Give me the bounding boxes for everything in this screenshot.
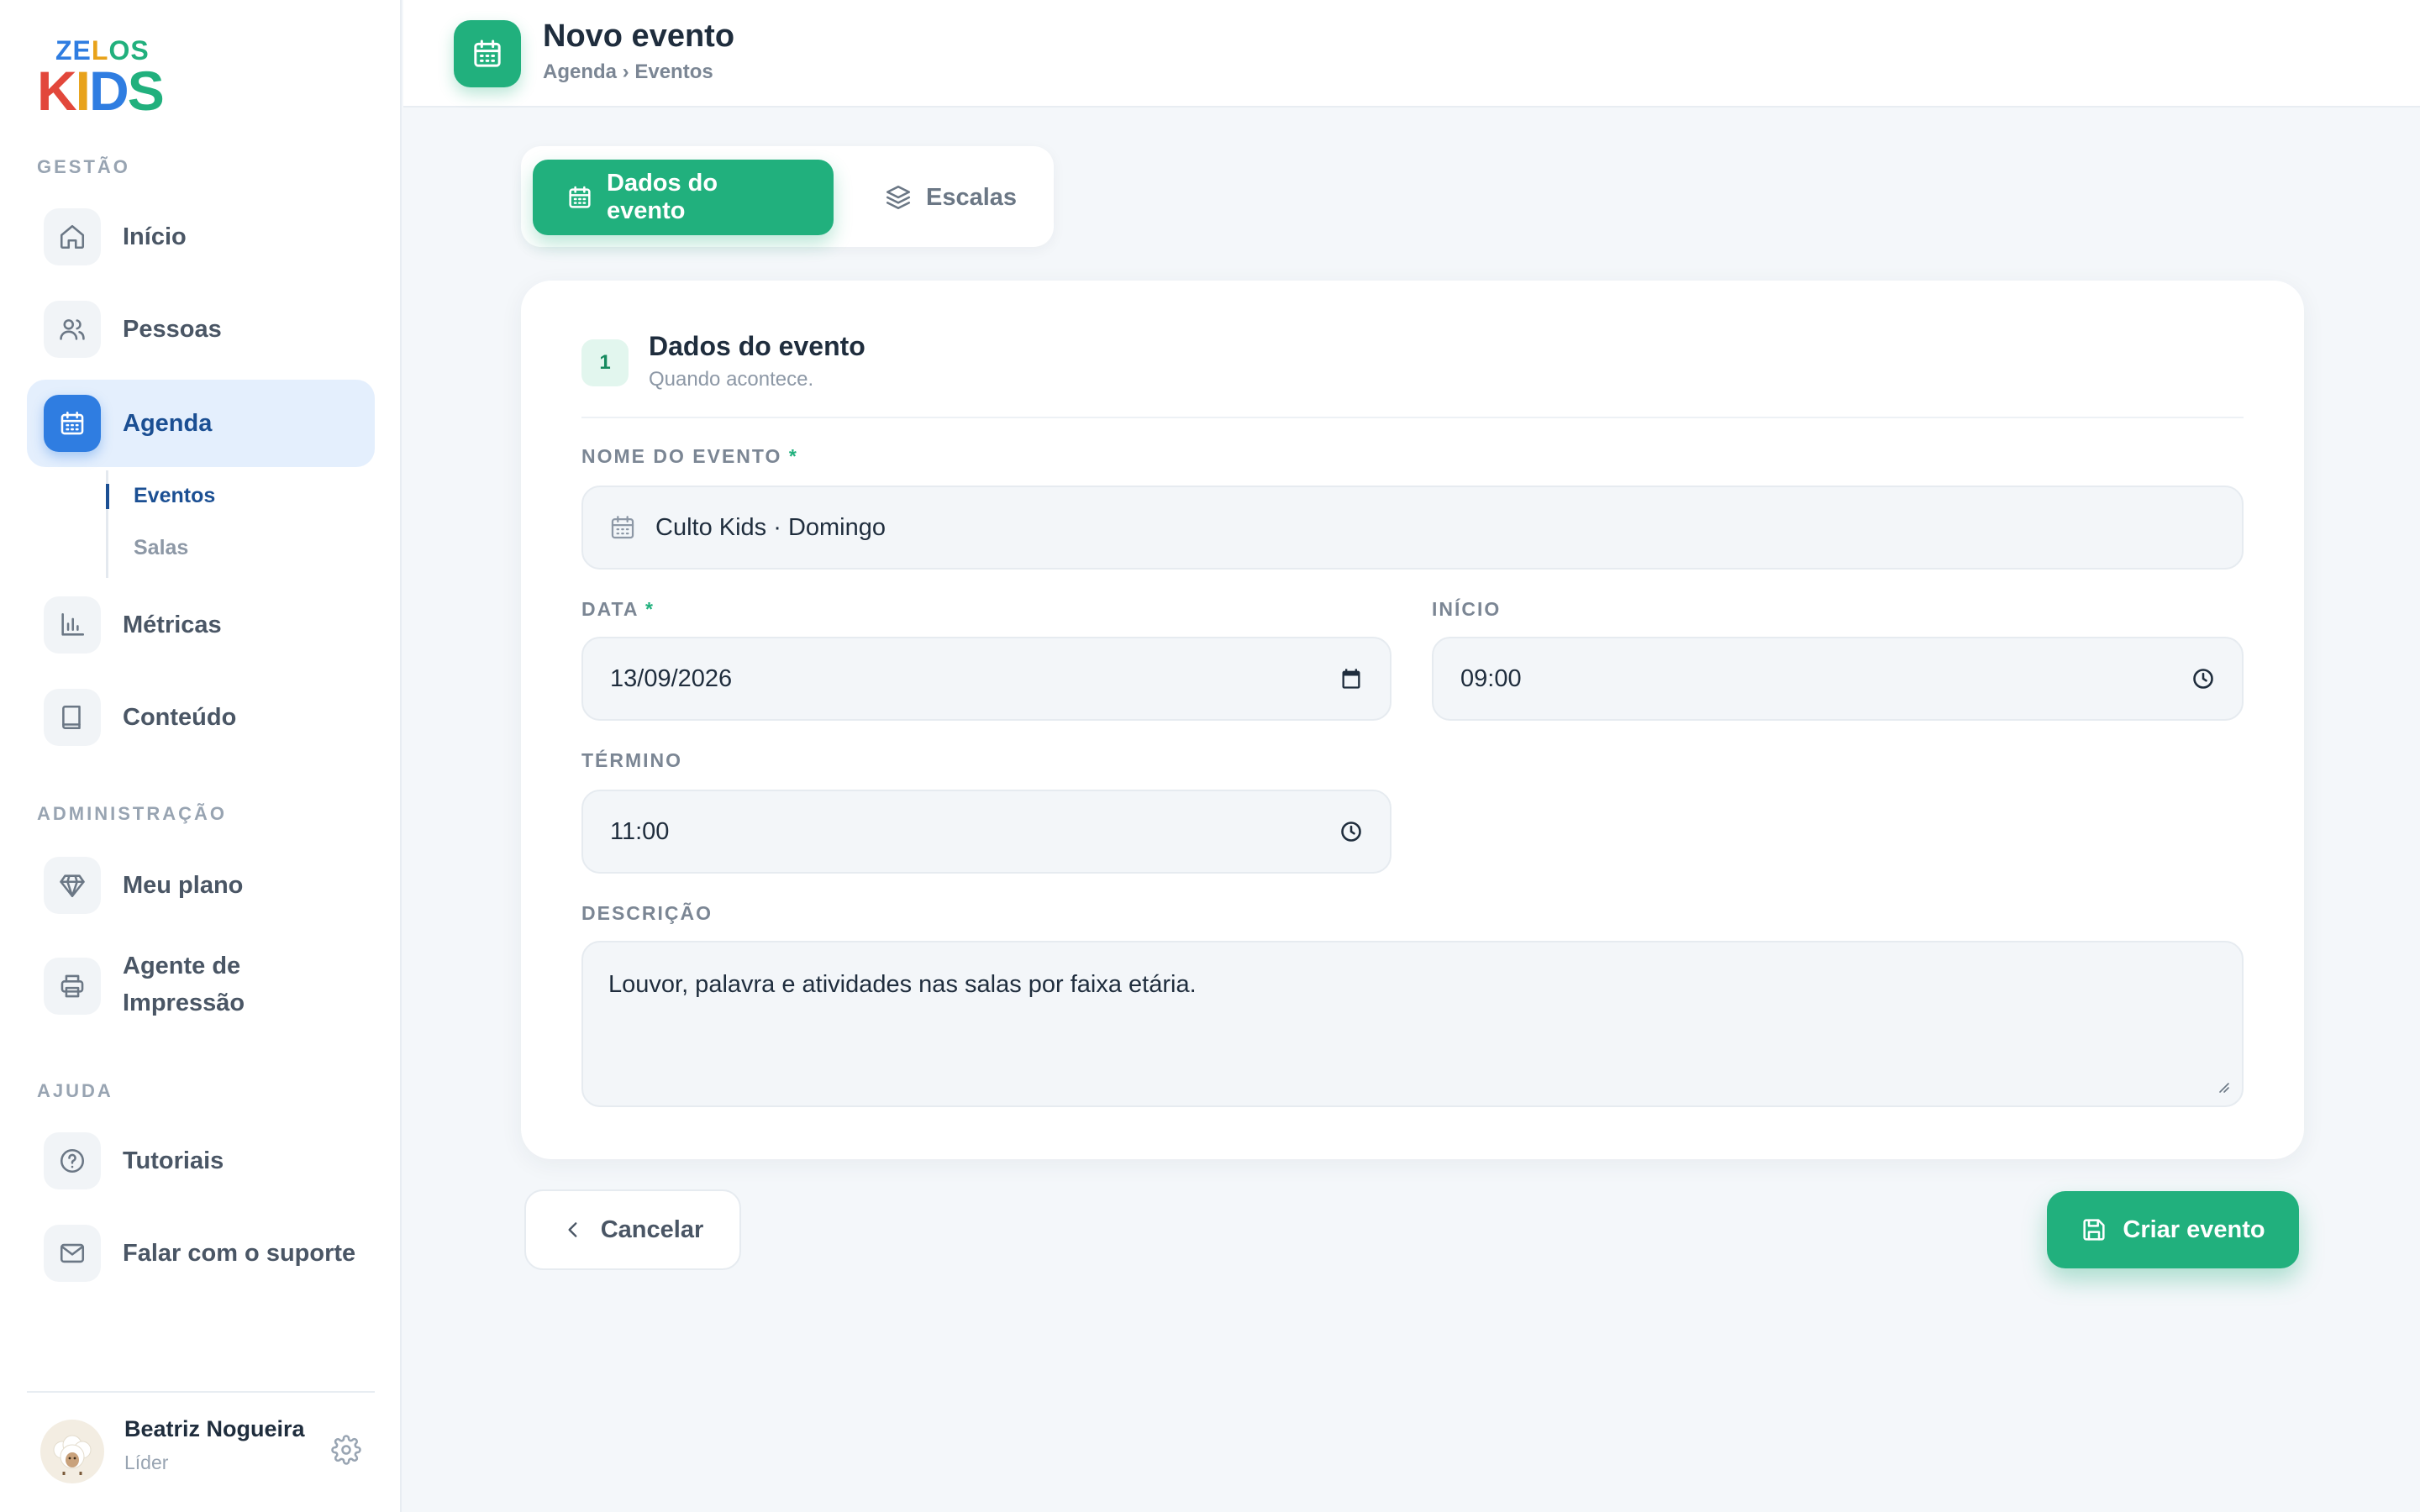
sidebar-item-suporte[interactable]: Falar com o suporte [27,1210,375,1297]
sidebar-item-label: Meu plano [123,872,244,899]
input-value: 11:00 [610,817,670,845]
page-header: Novo evento Agenda › Eventos [403,0,2420,108]
agenda-subnav: Eventos Salas [106,470,358,578]
calendar-picker-icon[interactable] [1339,667,1363,690]
label-text: DATA [581,598,639,620]
calendar-icon [454,20,521,87]
sidebar-item-pessoas[interactable]: Pessoas [27,286,375,373]
save-icon [2081,1216,2107,1243]
form-section-title: Dados do evento [649,331,865,361]
data-label: DATA * [581,598,655,621]
tab-label: Escalas [926,183,1018,211]
sidebar-item-label: Tutoriais [123,1147,224,1174]
label-text: NOME DO EVENTO [581,445,782,467]
sidebar-item-tutoriais[interactable]: Tutoriais [27,1117,375,1205]
data-input[interactable]: 13/09/2026 [581,637,1392,721]
button-label: Cancelar [600,1215,704,1243]
required-mark: * [645,598,655,620]
printer-icon [44,958,101,1015]
layers-icon [884,183,913,212]
bar-chart-icon [44,596,101,654]
resize-handle-icon[interactable] [2215,1079,2230,1094]
tab-escalas[interactable]: Escalas [850,160,1044,235]
users-icon [44,301,101,358]
divider [581,417,2244,418]
subnav-item-salas[interactable]: Salas [134,536,188,560]
input-value: Culto Kids · Domingo [655,513,886,541]
sidebar-item-label: Métricas [123,612,222,638]
user-role: Líder [124,1452,169,1473]
diamond-icon [44,857,101,914]
breadcrumb[interactable]: Agenda › Eventos [543,60,713,84]
button-label: Criar evento [2123,1215,2265,1243]
calendar-icon [44,395,101,452]
app-logo[interactable]: ZELOS KIDS [37,35,165,122]
chevron-left-icon [562,1219,584,1241]
sidebar-item-label: Agenda [123,410,213,437]
subnav-active-indicator [106,484,109,509]
sidebar-item-meu-plano[interactable]: Meu plano [27,842,375,929]
create-event-button[interactable]: Criar evento [2047,1191,2299,1268]
section-title-administracao: ADMINISTRAÇÃO [37,803,227,824]
sidebar-item-conteudo[interactable]: Conteúdo [27,674,375,761]
page-title: Novo evento [543,18,735,54]
sidebar-item-label: Pessoas [123,316,222,343]
section-title-ajuda: AJUDA [37,1080,113,1101]
sidebar: ZELOS KIDS GESTÃO Início Pessoas Agenda … [0,0,402,1512]
required-mark: * [788,445,798,467]
user-card[interactable]: Beatriz Nogueira Líder [27,1391,375,1492]
input-value: 09:00 [1460,664,1522,692]
cancel-button[interactable]: Cancelar [524,1189,741,1270]
descricao-label: DESCRIÇÃO [581,902,713,924]
nome-evento-label: NOME DO EVENTO * [581,445,798,468]
subnav-item-eventos[interactable]: Eventos [134,484,215,508]
input-value: 13/09/2026 [610,664,733,692]
step-badge: 1 [581,339,629,386]
section-title-gestao: GESTÃO [37,156,130,177]
book-icon [44,689,101,746]
nome-evento-input[interactable]: Culto Kids · Domingo [581,486,2244,570]
sidebar-item-label: Início [123,223,187,250]
avatar [40,1420,104,1483]
inicio-input[interactable]: 09:00 [1432,637,2244,721]
sidebar-item-inicio[interactable]: Início [27,193,375,281]
sidebar-item-label: Conteúdo [123,704,237,731]
home-icon [44,208,101,265]
termino-label: TÉRMINO [581,749,683,771]
textarea-value: Louvor, palavra e atividades nas salas p… [608,971,1197,998]
clock-icon[interactable] [1339,820,1363,843]
calendar-icon [608,513,637,542]
help-circle-icon [44,1132,101,1189]
tab-label: Dados do evento [607,170,718,224]
event-form-card: 1 Dados do evento Quando acontece. NOME … [521,281,2304,1159]
tab-dados-do-evento[interactable]: Dados do evento [533,160,834,235]
form-section-subtitle: Quando acontece. [649,368,814,391]
gear-icon[interactable] [331,1435,361,1465]
logo-bottom-text: KIDS [37,60,165,122]
descricao-textarea[interactable]: Louvor, palavra e atividades nas salas p… [581,941,2244,1107]
termino-input[interactable]: 11:00 [581,790,1392,874]
sidebar-item-label-line1: Agente de [123,953,241,979]
clock-icon[interactable] [2191,667,2215,690]
sidebar-item-label-line2: Impressão [123,990,245,1016]
sidebar-item-agente-impressao[interactable]: Agente de Impressão [27,942,375,1030]
sidebar-item-label: Falar com o suporte [123,1240,356,1267]
mail-icon [44,1225,101,1282]
form-tabs: Dados do evento Escalas [521,146,1054,247]
calendar-icon [566,184,593,211]
sidebar-item-agenda[interactable]: Agenda [27,380,375,467]
user-name: Beatriz Nogueira [124,1416,305,1441]
inicio-label: INÍCIO [1432,598,1502,620]
sidebar-item-metricas[interactable]: Métricas [27,581,375,669]
